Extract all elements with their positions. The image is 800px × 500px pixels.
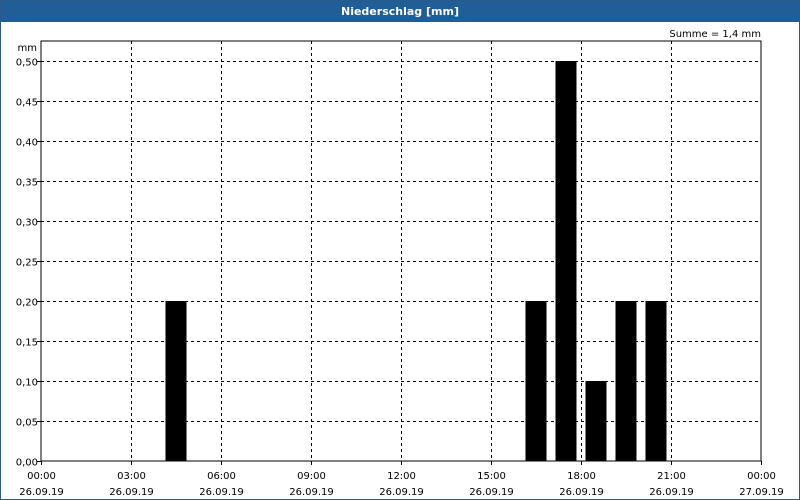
x-tick-date-label: 26.09.19	[559, 487, 604, 498]
x-tick-date-label: 27.09.19	[739, 487, 784, 498]
y-tick-label: 0,40	[16, 138, 38, 149]
y-tick-label: 0,20	[16, 298, 38, 309]
y-tick-label: 0,10	[16, 378, 38, 389]
x-tick-date-label: 26.09.19	[649, 487, 694, 498]
y-tick-label: 0,30	[16, 218, 38, 229]
x-tick-time-label: 15:00	[477, 471, 506, 482]
x-tick-date-label: 26.09.19	[379, 487, 424, 498]
precipitation-bar	[525, 301, 547, 461]
y-tick-label: 0,50	[16, 58, 38, 69]
precipitation-bar	[615, 301, 637, 461]
precipitation-bar	[555, 61, 577, 461]
y-axis-ticks: 0,00 0,05 0,10 0,15 0,20 0,25 0,30 0,35 0,40 0,45…	[16, 58, 41, 469]
y-tick-label: 0,00	[16, 458, 38, 469]
x-tick-time-label: 03:00	[117, 471, 146, 482]
x-tick-time-label: 18:00	[567, 471, 596, 482]
x-tick-date-label: 26.09.19	[469, 487, 514, 498]
x-tick-date-label: 26.09.19	[109, 487, 154, 498]
y-axis-unit-label: mm	[18, 43, 37, 54]
precipitation-bar	[645, 301, 667, 461]
x-tick-time-label: 21:00	[657, 471, 686, 482]
x-tick-date-label: 26.09.19	[199, 487, 244, 498]
sum-annotation: Summe = 1,4 mm	[669, 29, 761, 40]
x-tick-time-label: 12:00	[387, 471, 416, 482]
x-tick-date-label: 26.09.19	[19, 487, 64, 498]
y-tick-label: 0,25	[16, 258, 38, 269]
x-tick-date-label: 26.09.19	[289, 487, 334, 498]
precipitation-bar	[585, 381, 607, 461]
y-tick-label: 0,45	[16, 98, 38, 109]
precipitation-bar	[165, 301, 187, 461]
x-tick-time-label: 00:00	[747, 471, 776, 482]
x-tick-time-label: 06:00	[207, 471, 236, 482]
precipitation-chart: 0,00 0,05 0,10 0,15 0,20 0,25 0,30 0,35 0,40 0,45…	[16, 29, 784, 498]
x-axis-ticks: 00:00 26.09.19 03:00 26.09.19 06:00 26.09.19 0…	[19, 461, 784, 498]
chart-window: Niederschlag [mm] 0,00 0,05 0,10 0,15 0,20 0,…	[0, 0, 800, 500]
x-tick-time-label: 00:00	[27, 471, 56, 482]
y-tick-label: 0,15	[16, 338, 38, 349]
y-tick-label: 0,05	[16, 418, 38, 429]
x-tick-time-label: 09:00	[297, 471, 326, 482]
y-tick-label: 0,35	[16, 178, 38, 189]
